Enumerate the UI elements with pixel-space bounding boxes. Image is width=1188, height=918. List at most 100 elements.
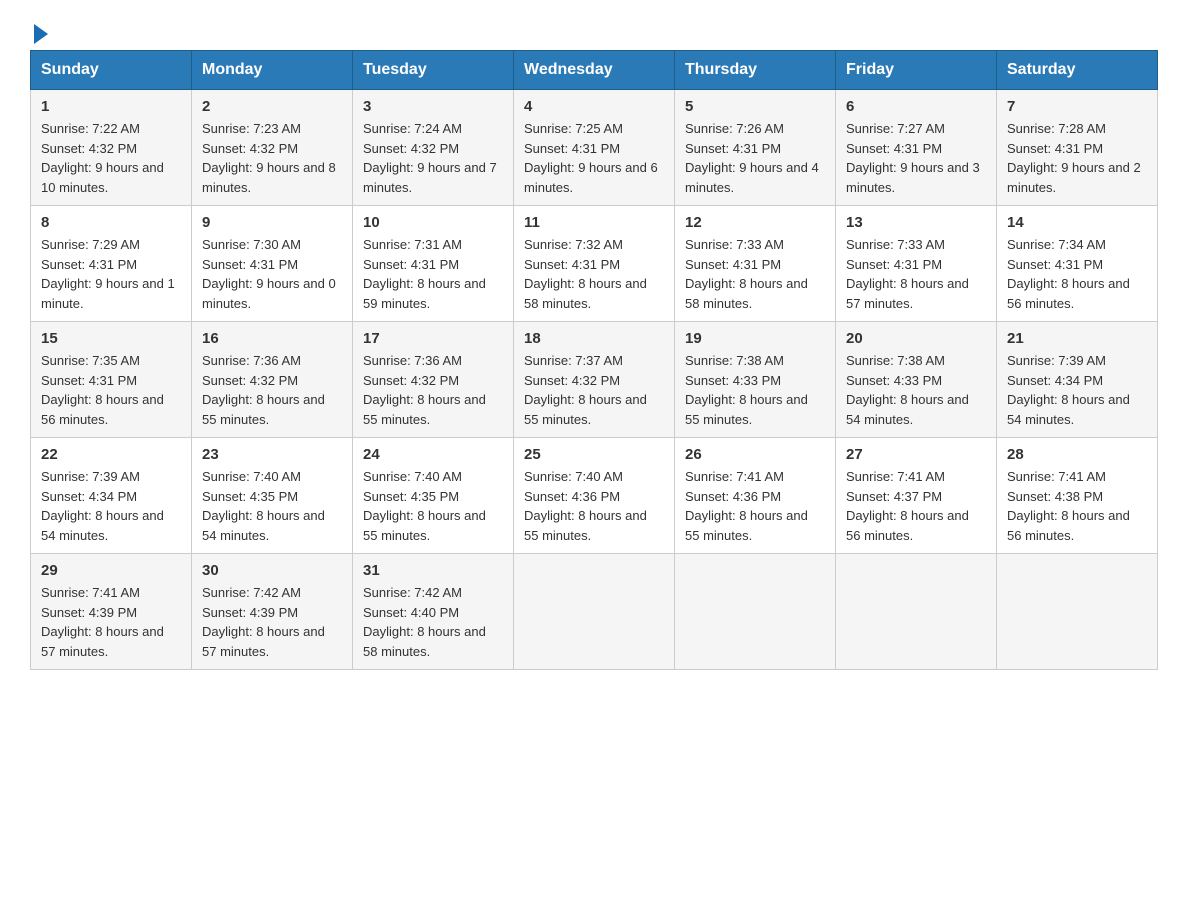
day-number: 18: [524, 330, 664, 347]
day-number: 28: [1007, 446, 1147, 463]
calendar-cell: 30 Sunrise: 7:42 AMSunset: 4:39 PMDayligh…: [192, 554, 353, 670]
header-friday: Friday: [836, 51, 997, 90]
day-info: Sunrise: 7:30 AMSunset: 4:31 PMDaylight:…: [202, 235, 342, 313]
calendar-cell: 18 Sunrise: 7:37 AMSunset: 4:32 PMDayligh…: [514, 322, 675, 438]
day-number: 20: [846, 330, 986, 347]
calendar-cell: 20 Sunrise: 7:38 AMSunset: 4:33 PMDayligh…: [836, 322, 997, 438]
header-monday: Monday: [192, 51, 353, 90]
day-info: Sunrise: 7:40 AMSunset: 4:36 PMDaylight:…: [524, 467, 664, 545]
day-info: Sunrise: 7:23 AMSunset: 4:32 PMDaylight:…: [202, 119, 342, 197]
day-info: Sunrise: 7:29 AMSunset: 4:31 PMDaylight:…: [41, 235, 181, 313]
day-info: Sunrise: 7:42 AMSunset: 4:39 PMDaylight:…: [202, 583, 342, 661]
day-number: 19: [685, 330, 825, 347]
calendar-cell: 17Sunrise: 7:36 AMSunset: 4:32 PMDayligh…: [353, 322, 514, 438]
day-number: 8: [41, 214, 181, 231]
header-tuesday: Tuesday: [353, 51, 514, 90]
calendar-table: SundayMondayTuesdayWednesdayThursdayFrid…: [30, 50, 1158, 670]
calendar-week-5: 29 Sunrise: 7:41 AMSunset: 4:39 PMDayligh…: [31, 554, 1158, 670]
day-number: 23: [202, 446, 342, 463]
day-number: 14: [1007, 214, 1147, 231]
day-number: 29: [41, 562, 181, 579]
calendar-cell: 28 Sunrise: 7:41 AMSunset: 4:38 PMDayligh…: [997, 438, 1158, 554]
day-info: Sunrise: 7:41 AMSunset: 4:37 PMDaylight:…: [846, 467, 986, 545]
day-info: Sunrise: 7:31 AMSunset: 4:31 PMDaylight:…: [363, 235, 503, 313]
calendar-cell: 4Sunrise: 7:25 AMSunset: 4:31 PMDaylight…: [514, 90, 675, 206]
day-info: Sunrise: 7:39 AMSunset: 4:34 PMDaylight:…: [41, 467, 181, 545]
calendar-week-2: 8 Sunrise: 7:29 AMSunset: 4:31 PMDaylight…: [31, 206, 1158, 322]
day-info: Sunrise: 7:33 AMSunset: 4:31 PMDaylight:…: [685, 235, 825, 313]
header-saturday: Saturday: [997, 51, 1158, 90]
calendar-cell: [514, 554, 675, 670]
day-number: 1: [41, 98, 181, 115]
day-info: Sunrise: 7:36 AMSunset: 4:32 PMDaylight:…: [202, 351, 342, 429]
day-number: 13: [846, 214, 986, 231]
day-number: 16: [202, 330, 342, 347]
day-number: 7: [1007, 98, 1147, 115]
calendar-cell: 13 Sunrise: 7:33 AMSunset: 4:31 PMDayligh…: [836, 206, 997, 322]
day-info: Sunrise: 7:37 AMSunset: 4:32 PMDaylight:…: [524, 351, 664, 429]
day-info: Sunrise: 7:42 AMSunset: 4:40 PMDaylight:…: [363, 583, 503, 661]
calendar-cell: 6 Sunrise: 7:27 AMSunset: 4:31 PMDaylight…: [836, 90, 997, 206]
day-number: 30: [202, 562, 342, 579]
calendar-cell: 15 Sunrise: 7:35 AMSunset: 4:31 PMDayligh…: [31, 322, 192, 438]
day-info: Sunrise: 7:24 AMSunset: 4:32 PMDaylight:…: [363, 119, 503, 197]
day-number: 6: [846, 98, 986, 115]
calendar-cell: 1 Sunrise: 7:22 AMSunset: 4:32 PMDaylight…: [31, 90, 192, 206]
calendar-cell: 23 Sunrise: 7:40 AMSunset: 4:35 PMDayligh…: [192, 438, 353, 554]
day-info: Sunrise: 7:38 AMSunset: 4:33 PMDaylight:…: [685, 351, 825, 429]
calendar-cell: 2 Sunrise: 7:23 AMSunset: 4:32 PMDaylight…: [192, 90, 353, 206]
day-number: 12: [685, 214, 825, 231]
day-info: Sunrise: 7:28 AMSunset: 4:31 PMDaylight:…: [1007, 119, 1147, 197]
day-info: Sunrise: 7:36 AMSunset: 4:32 PMDaylight:…: [363, 351, 503, 429]
calendar-cell: [836, 554, 997, 670]
day-info: Sunrise: 7:40 AMSunset: 4:35 PMDaylight:…: [363, 467, 503, 545]
calendar-cell: 7 Sunrise: 7:28 AMSunset: 4:31 PMDaylight…: [997, 90, 1158, 206]
day-number: 2: [202, 98, 342, 115]
calendar-week-3: 15 Sunrise: 7:35 AMSunset: 4:31 PMDayligh…: [31, 322, 1158, 438]
calendar-header-row: SundayMondayTuesdayWednesdayThursdayFrid…: [31, 51, 1158, 90]
day-number: 27: [846, 446, 986, 463]
day-info: Sunrise: 7:26 AMSunset: 4:31 PMDaylight:…: [685, 119, 825, 197]
day-info: Sunrise: 7:33 AMSunset: 4:31 PMDaylight:…: [846, 235, 986, 313]
calendar-cell: 19 Sunrise: 7:38 AMSunset: 4:33 PMDayligh…: [675, 322, 836, 438]
logo: [30, 20, 48, 40]
day-number: 15: [41, 330, 181, 347]
calendar-cell: 29 Sunrise: 7:41 AMSunset: 4:39 PMDayligh…: [31, 554, 192, 670]
calendar-cell: 26Sunrise: 7:41 AMSunset: 4:36 PMDayligh…: [675, 438, 836, 554]
day-number: 25: [524, 446, 664, 463]
calendar-cell: [997, 554, 1158, 670]
calendar-cell: 11 Sunrise: 7:32 AMSunset: 4:31 PMDayligh…: [514, 206, 675, 322]
day-info: Sunrise: 7:34 AMSunset: 4:31 PMDaylight:…: [1007, 235, 1147, 313]
day-info: Sunrise: 7:35 AMSunset: 4:31 PMDaylight:…: [41, 351, 181, 429]
calendar-week-4: 22 Sunrise: 7:39 AMSunset: 4:34 PMDayligh…: [31, 438, 1158, 554]
calendar-cell: 5 Sunrise: 7:26 AMSunset: 4:31 PMDaylight…: [675, 90, 836, 206]
day-info: Sunrise: 7:22 AMSunset: 4:32 PMDaylight:…: [41, 119, 181, 197]
day-number: 5: [685, 98, 825, 115]
calendar-cell: 25 Sunrise: 7:40 AMSunset: 4:36 PMDayligh…: [514, 438, 675, 554]
day-number: 10: [363, 214, 503, 231]
day-number: 3: [363, 98, 503, 115]
day-info: Sunrise: 7:27 AMSunset: 4:31 PMDaylight:…: [846, 119, 986, 197]
day-info: Sunrise: 7:32 AMSunset: 4:31 PMDaylight:…: [524, 235, 664, 313]
calendar-cell: 24 Sunrise: 7:40 AMSunset: 4:35 PMDayligh…: [353, 438, 514, 554]
header-wednesday: Wednesday: [514, 51, 675, 90]
calendar-cell: 8 Sunrise: 7:29 AMSunset: 4:31 PMDaylight…: [31, 206, 192, 322]
day-info: Sunrise: 7:40 AMSunset: 4:35 PMDaylight:…: [202, 467, 342, 545]
day-number: 31: [363, 562, 503, 579]
day-number: 24: [363, 446, 503, 463]
calendar-cell: [675, 554, 836, 670]
header-thursday: Thursday: [675, 51, 836, 90]
logo-arrow-icon: [34, 24, 48, 44]
day-info: Sunrise: 7:41 AMSunset: 4:39 PMDaylight:…: [41, 583, 181, 661]
calendar-cell: 9Sunrise: 7:30 AMSunset: 4:31 PMDaylight…: [192, 206, 353, 322]
calendar-cell: 16 Sunrise: 7:36 AMSunset: 4:32 PMDayligh…: [192, 322, 353, 438]
day-info: Sunrise: 7:38 AMSunset: 4:33 PMDaylight:…: [846, 351, 986, 429]
day-number: 4: [524, 98, 664, 115]
calendar-cell: 14 Sunrise: 7:34 AMSunset: 4:31 PMDayligh…: [997, 206, 1158, 322]
day-number: 11: [524, 214, 664, 231]
day-info: Sunrise: 7:41 AMSunset: 4:38 PMDaylight:…: [1007, 467, 1147, 545]
page-header: [30, 20, 1158, 40]
calendar-cell: 3 Sunrise: 7:24 AMSunset: 4:32 PMDaylight…: [353, 90, 514, 206]
day-info: Sunrise: 7:41 AMSunset: 4:36 PMDaylight:…: [685, 467, 825, 545]
day-number: 22: [41, 446, 181, 463]
